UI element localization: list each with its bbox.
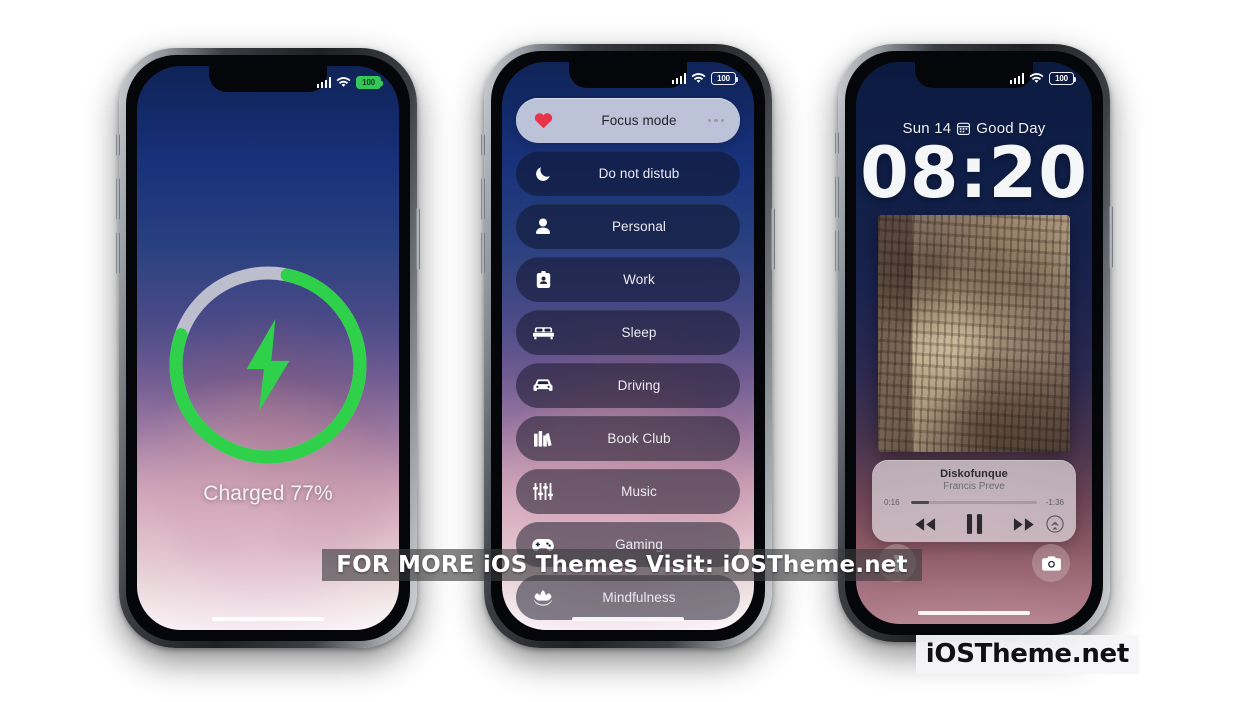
wifi-icon bbox=[691, 73, 706, 83]
volume-down-button[interactable] bbox=[835, 230, 839, 272]
lock-clock: 08:20 bbox=[860, 132, 1088, 214]
volume-up-button[interactable] bbox=[835, 176, 839, 218]
album-art-texture-overlay bbox=[878, 215, 1070, 452]
elapsed-time: 0:16 bbox=[884, 498, 900, 507]
silence-switch[interactable] bbox=[481, 134, 485, 156]
silence-switch[interactable] bbox=[835, 132, 839, 154]
home-indicator[interactable] bbox=[572, 617, 684, 621]
silence-switch[interactable] bbox=[116, 134, 120, 156]
fast-forward-icon[interactable] bbox=[1013, 517, 1035, 537]
home-indicator[interactable] bbox=[918, 611, 1030, 615]
screenshot-canvas: 100 Charged 77% 100 Focus mode Do not di… bbox=[0, 0, 1249, 702]
volume-down-button[interactable] bbox=[116, 232, 120, 274]
phone-screen: 100 Focus mode Do not distub Personal Wo… bbox=[502, 62, 754, 630]
promo-banner-text: FOR MORE iOS Themes Visit: iOSTheme.net bbox=[336, 552, 908, 578]
focus-row-driving[interactable]: Driving bbox=[516, 363, 740, 408]
cellular-bars-icon bbox=[671, 73, 686, 84]
focus-row-do-not-disturb[interactable]: Do not distub bbox=[516, 151, 740, 196]
phone-screen: 100 Sun 14 Good Day 08:20 Diskofunque Fr… bbox=[856, 62, 1092, 624]
wifi-icon bbox=[1029, 73, 1044, 83]
focus-row-label: Book Club bbox=[607, 431, 671, 446]
progress-track[interactable] bbox=[911, 500, 1037, 505]
power-button[interactable] bbox=[771, 208, 775, 270]
battery-indicator: 100 bbox=[1049, 72, 1076, 85]
pause-icon[interactable] bbox=[966, 514, 983, 539]
playback-progress[interactable]: 0:16 -1:36 bbox=[884, 498, 1064, 507]
focus-row-personal[interactable]: Personal bbox=[516, 204, 740, 249]
status-bar: 100 bbox=[1009, 72, 1076, 85]
focus-row-label: Sleep bbox=[621, 325, 657, 340]
charging-ring bbox=[165, 262, 371, 468]
camera-button[interactable] bbox=[1032, 544, 1070, 582]
focus-row-label: Personal bbox=[611, 219, 667, 234]
now-playing-widget[interactable]: Diskofunque Francis Preve 0:16 -1:36 bbox=[872, 460, 1076, 542]
battery-indicator: 100 bbox=[711, 72, 738, 85]
focus-row-mindfulness[interactable]: Mindfulness bbox=[516, 575, 740, 620]
battery-indicator: 100 bbox=[356, 76, 383, 89]
volume-up-button[interactable] bbox=[116, 178, 120, 220]
site-logo: iOSTheme.net bbox=[915, 635, 1139, 674]
focus-mode-list: Focus mode Do not distub Personal Work S… bbox=[516, 98, 740, 620]
focus-row-book-club[interactable]: Book Club bbox=[516, 416, 740, 461]
album-art bbox=[878, 215, 1070, 452]
focus-row-focus-mode[interactable]: Focus mode bbox=[516, 98, 740, 143]
track-title: Diskofunque bbox=[940, 468, 1008, 480]
promo-banner: FOR MORE iOS Themes Visit: iOSTheme.net bbox=[322, 549, 922, 581]
progress-fill bbox=[911, 500, 929, 505]
cellular-bars-icon bbox=[1009, 73, 1024, 84]
camera-icon bbox=[1041, 556, 1061, 571]
site-logo-text: iOSTheme.net bbox=[925, 639, 1130, 669]
notch bbox=[569, 62, 687, 88]
charged-label: Charged 77% bbox=[203, 482, 333, 505]
focus-row-label: Music bbox=[621, 484, 657, 499]
focus-row-label: Driving bbox=[617, 378, 661, 393]
playback-controls bbox=[884, 514, 1064, 539]
airplay-icon[interactable] bbox=[1046, 515, 1064, 538]
focus-row-label: Mindfulness bbox=[602, 590, 676, 605]
lightning-bolt-icon bbox=[246, 318, 290, 412]
remaining-time: -1:36 bbox=[1045, 498, 1064, 507]
wifi-icon bbox=[336, 77, 351, 87]
ellipsis-icon[interactable] bbox=[707, 118, 724, 123]
focus-row-music[interactable]: Music bbox=[516, 469, 740, 514]
focus-row-work[interactable]: Work bbox=[516, 257, 740, 302]
status-bar: 100 bbox=[671, 72, 738, 85]
volume-down-button[interactable] bbox=[481, 232, 485, 274]
power-button[interactable] bbox=[1109, 206, 1113, 268]
focus-row-label: Work bbox=[623, 272, 655, 287]
rewind-icon[interactable] bbox=[914, 517, 936, 537]
phone-screen: 100 Charged 77% bbox=[137, 66, 399, 630]
home-indicator[interactable] bbox=[212, 617, 324, 621]
phone-bezel: 100 Sun 14 Good Day 08:20 Diskofunque Fr… bbox=[845, 51, 1103, 635]
power-button[interactable] bbox=[416, 208, 420, 270]
cellular-bars-icon bbox=[316, 77, 331, 88]
status-bar: 100 bbox=[316, 76, 383, 89]
focus-row-label: Do not distub bbox=[598, 166, 680, 181]
volume-up-button[interactable] bbox=[481, 178, 485, 220]
notch bbox=[209, 66, 327, 92]
focus-row-sleep[interactable]: Sleep bbox=[516, 310, 740, 355]
track-artist: Francis Preve bbox=[943, 481, 1005, 492]
